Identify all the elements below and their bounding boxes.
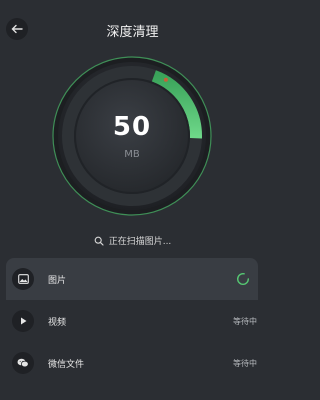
list-item-videos[interactable]: 视频 等待中 — [0, 300, 265, 342]
progress-marker — [163, 77, 168, 82]
cleanup-gauge: 50 MB — [52, 56, 212, 216]
item-label: 视频 — [48, 317, 67, 328]
loading-spinner-icon — [236, 272, 250, 286]
scan-status-text: 正在扫描图片... — [108, 237, 172, 247]
list-item-wechat-files[interactable]: 微信文件 等待中 — [0, 342, 265, 384]
search-icon — [94, 236, 104, 246]
list-item-images[interactable]: 图片 — [6, 258, 258, 300]
gauge-value: 50 — [112, 112, 152, 142]
page-title: 深度清理 — [106, 25, 159, 40]
item-status: 等待中 — [233, 358, 257, 368]
image-icon — [12, 268, 34, 290]
gauge-unit: MB — [124, 149, 140, 160]
scan-status: 正在扫描图片... — [0, 234, 265, 247]
wechat-icon — [12, 352, 34, 374]
category-list: 图片 视频 等待中 微信文件 等待中 — [0, 258, 265, 384]
play-icon — [12, 310, 34, 332]
item-label: 图片 — [48, 275, 67, 286]
item-status: 等待中 — [233, 316, 257, 326]
item-label: 微信文件 — [48, 359, 85, 370]
top-bar: 深度清理 — [0, 0, 265, 56]
